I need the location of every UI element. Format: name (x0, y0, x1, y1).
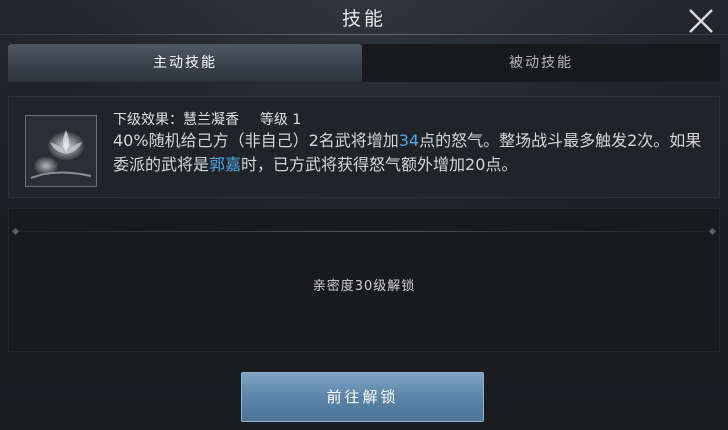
skill-effect-label: 下级效果：慧兰凝香 (113, 112, 239, 128)
close-button[interactable] (686, 6, 716, 36)
desc-general-name: 郭嘉 (209, 155, 242, 174)
divider-ornament-left (11, 227, 20, 236)
skill-icon-frame (25, 115, 97, 187)
skill-description: 40%随机给己方（非自己）2名武将增加34点的怒气。整场战斗最多触发2次。如果委… (113, 129, 713, 177)
locked-skill-panel: 亲密度30级解锁 (8, 208, 720, 352)
go-unlock-button[interactable]: 前往解锁 (241, 372, 484, 422)
unlock-requirement: 亲密度30级解锁 (312, 279, 416, 294)
skill-card: 下级效果：慧兰凝香 等级 1 40%随机给己方（非自己）2名武将增加34点的怒气… (8, 96, 720, 198)
lotus-skill-icon (26, 116, 96, 186)
title-divider (0, 34, 728, 35)
tab-active-skills[interactable]: 主动技能 (8, 44, 362, 82)
divider-ornament-right (708, 227, 717, 236)
desc-value: 34 (398, 131, 420, 150)
close-icon (689, 9, 713, 33)
desc-text-1: 40%随机给己方（非自己）2名武将增加 (113, 131, 399, 150)
skill-tabs: 主动技能 被动技能 (8, 44, 720, 82)
skill-header: 下级效果：慧兰凝香 等级 1 (113, 109, 301, 129)
tab-passive-skills[interactable]: 被动技能 (362, 44, 720, 82)
skill-level: 等级 1 (259, 112, 302, 128)
panel-divider (15, 231, 713, 232)
page-title: 技能 (341, 8, 386, 30)
desc-text-3: 时，已方武将获得怒气额外增加20点。 (241, 155, 518, 174)
